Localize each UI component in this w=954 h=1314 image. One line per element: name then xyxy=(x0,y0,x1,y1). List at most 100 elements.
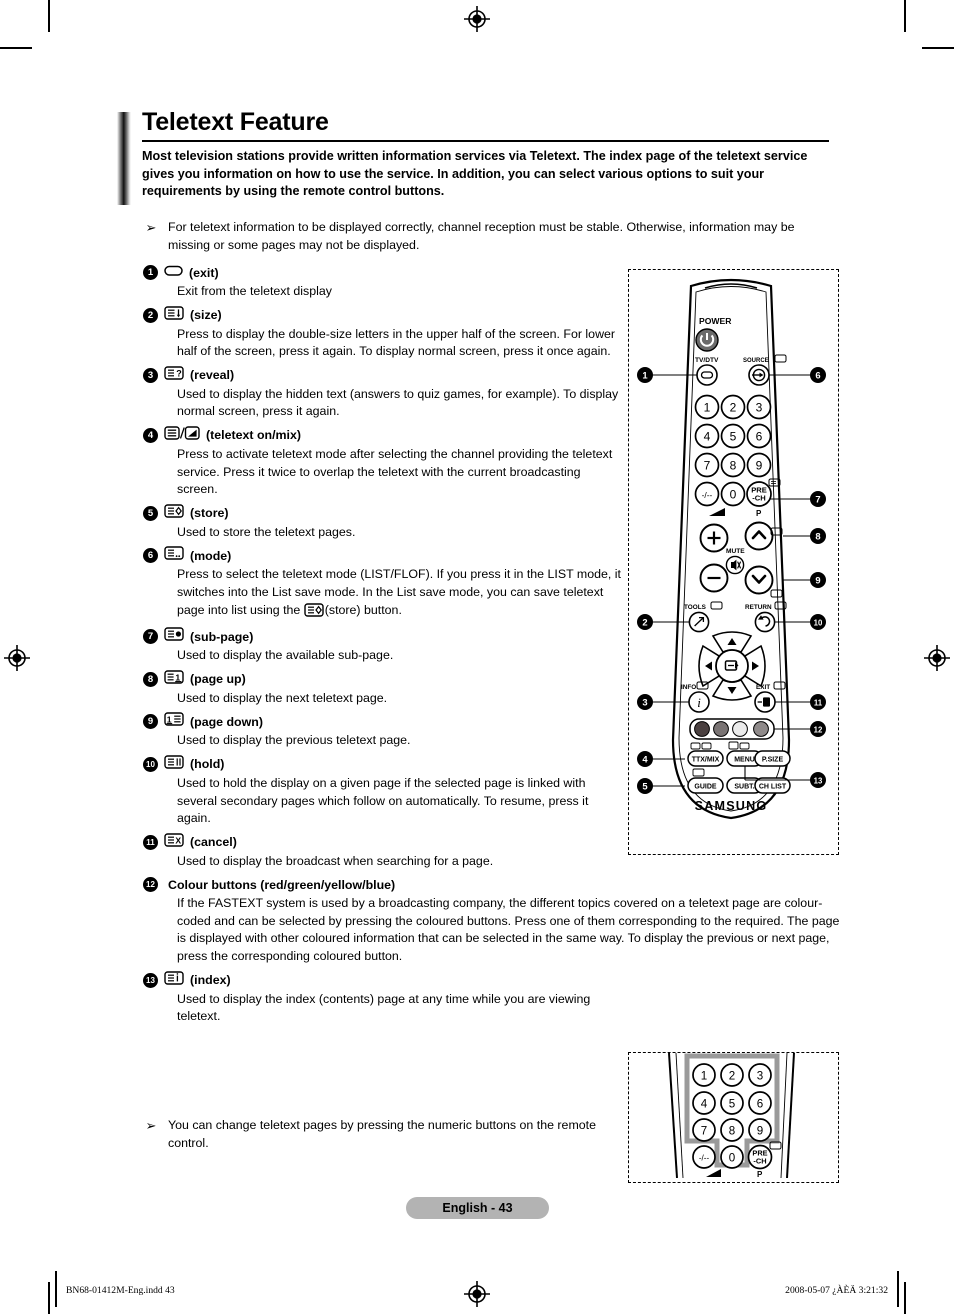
svg-text:7: 7 xyxy=(815,494,820,505)
colour-button-green xyxy=(713,721,729,737)
svg-text:2: 2 xyxy=(730,400,737,414)
list-item: 5 (store) Used to store the teletext pag… xyxy=(143,504,623,542)
teletext-on-mix-icon xyxy=(164,426,200,445)
footer-rule-right xyxy=(897,1271,899,1307)
item-label-5: (store) xyxy=(190,506,229,521)
svg-text:10: 10 xyxy=(814,618,823,627)
colour-button-yellow xyxy=(732,721,748,737)
item-body-10: Used to hold the display on a given page… xyxy=(177,775,589,826)
list-item: 8 1 (page up) Used to display the next t… xyxy=(143,670,623,708)
svg-text:-/--: -/-- xyxy=(702,490,713,500)
svg-text:P.SIZE: P.SIZE xyxy=(762,756,784,763)
svg-text:-/--: -/-- xyxy=(699,1154,710,1163)
item-label-13: (index) xyxy=(190,973,231,988)
item-body-11: Used to display the broadcast when searc… xyxy=(177,853,494,868)
svg-text:TTX/MIX: TTX/MIX xyxy=(692,756,720,763)
item-number-8: 8 xyxy=(143,671,158,687)
svg-text:?: ? xyxy=(176,368,182,378)
svg-text:MENU: MENU xyxy=(734,756,755,763)
svg-text:11: 11 xyxy=(814,698,823,707)
list-item: 7 (sub-page) Used to display the availab… xyxy=(143,627,623,665)
svg-text:13: 13 xyxy=(814,776,823,785)
svg-text:4: 4 xyxy=(642,754,648,765)
remote-brand-label: SAMSUNG xyxy=(695,799,768,813)
svg-text:X: X xyxy=(175,835,181,845)
item-body-6-after: (store) button. xyxy=(324,602,402,617)
item-label-2: (size) xyxy=(190,308,222,323)
item-body-13: Used to display the index (contents) pag… xyxy=(177,991,591,1024)
item-number-1: 1 xyxy=(143,265,158,280)
list-item: 3 ? (reveal) Used to display the hidden … xyxy=(143,366,623,421)
item-label-7: (sub-page) xyxy=(190,629,254,644)
item-label-3: (reveal) xyxy=(190,368,235,383)
svg-text:5: 5 xyxy=(730,429,737,443)
svg-text:3: 3 xyxy=(642,697,647,708)
svg-text:0: 0 xyxy=(729,1151,735,1164)
item-number-11: 11 xyxy=(143,834,158,850)
item-body-7: Used to display the available sub-page. xyxy=(177,648,394,663)
svg-text:2: 2 xyxy=(729,1069,735,1082)
remote-power-label: POWER xyxy=(699,316,732,326)
list-item: 1 (exit) Exit from the teletext display xyxy=(143,263,623,301)
note-arrow-icon: ➢ xyxy=(145,220,157,235)
svg-text:CH LIST: CH LIST xyxy=(759,783,787,790)
item-label-1: (exit) xyxy=(189,265,219,280)
item-body-1: Exit from the teletext display xyxy=(177,284,332,298)
remote-tvdtv-label: TV/DTV xyxy=(695,357,719,364)
item-body-5: Used to store the teletext pages. xyxy=(177,524,356,539)
svg-text:7: 7 xyxy=(701,1124,707,1137)
note-arrow-icon: ➢ xyxy=(145,1118,157,1133)
remote-tools-label: TOOLS xyxy=(684,604,707,611)
title-divider xyxy=(142,140,829,142)
svg-text:GUIDE: GUIDE xyxy=(694,783,717,790)
item-body-3: Used to display the hidden text (answers… xyxy=(177,386,619,419)
list-item: 6 (mode) Press to select the teletext mo… xyxy=(143,546,623,622)
index-icon xyxy=(164,970,184,990)
footer-timestamp: 2008-05-07 ¿ÀÈÄ 3:21:32 xyxy=(785,1285,888,1296)
svg-text:8: 8 xyxy=(815,531,820,542)
crop-mark-top-right-v xyxy=(904,0,906,32)
store-icon xyxy=(304,602,324,623)
colour-button-blue xyxy=(753,721,769,737)
hold-icon xyxy=(164,755,184,774)
svg-text:-CH: -CH xyxy=(753,1156,766,1165)
cancel-icon: X xyxy=(164,832,184,852)
sub-page-icon xyxy=(164,627,184,646)
lead-paragraph: Most television stations provide written… xyxy=(142,149,808,199)
item-label-9: (page down) xyxy=(190,714,263,729)
item-number-2: 2 xyxy=(143,307,158,323)
svg-text:0: 0 xyxy=(730,487,737,501)
item-body-2: Press to display the double-size letters… xyxy=(177,326,616,359)
note-top: ➢ For teletext information to be display… xyxy=(143,219,815,254)
svg-text:6: 6 xyxy=(757,1097,763,1110)
svg-text:9: 9 xyxy=(756,458,763,472)
note-bottom-text: You can change teletext pages by pressin… xyxy=(168,1118,596,1150)
remote-control-diagram: POWER TV/DTV SOURCE 1 2 3 4 5 6 7 8 9 -/… xyxy=(628,269,839,855)
crop-mark-top-left-h xyxy=(0,47,32,49)
item-body-4: Press to activate teletext mode after se… xyxy=(177,446,613,497)
registration-mark-bottom xyxy=(464,1281,490,1307)
svg-text:4: 4 xyxy=(701,1097,708,1110)
page-title: Teletext Feature xyxy=(142,108,329,136)
list-item: 10 (hold) Used to hold the display on a … xyxy=(143,755,623,828)
item-label-8: (page up) xyxy=(190,672,246,687)
svg-text:8: 8 xyxy=(729,1124,735,1137)
item-number-5: 5 xyxy=(143,505,158,521)
svg-text:3: 3 xyxy=(756,400,763,414)
list-item: 11 X (cancel) Used to display the broadc… xyxy=(143,832,623,871)
item-number-3: 3 xyxy=(143,367,158,383)
page-down-icon: 1 xyxy=(164,712,184,731)
crop-mark-bottom-left-v xyxy=(48,1282,50,1314)
item-label-12: Colour buttons (red/green/yellow/blue) xyxy=(168,877,396,892)
item-body-12: If the FASTEXT system is used by a broad… xyxy=(177,896,840,964)
registration-mark-top xyxy=(464,6,490,32)
remote-mute-label: MUTE xyxy=(726,548,745,555)
svg-text:5: 5 xyxy=(729,1097,735,1110)
remote-return-label: RETURN xyxy=(745,604,772,611)
manual-page: Teletext Feature Most television station… xyxy=(0,0,954,1314)
remote-source-label: SOURCE xyxy=(743,358,769,364)
colour-button-red xyxy=(694,721,710,737)
svg-text:6: 6 xyxy=(815,370,820,381)
remote-info-label: INFO xyxy=(681,684,696,691)
svg-text:i: i xyxy=(697,695,701,710)
